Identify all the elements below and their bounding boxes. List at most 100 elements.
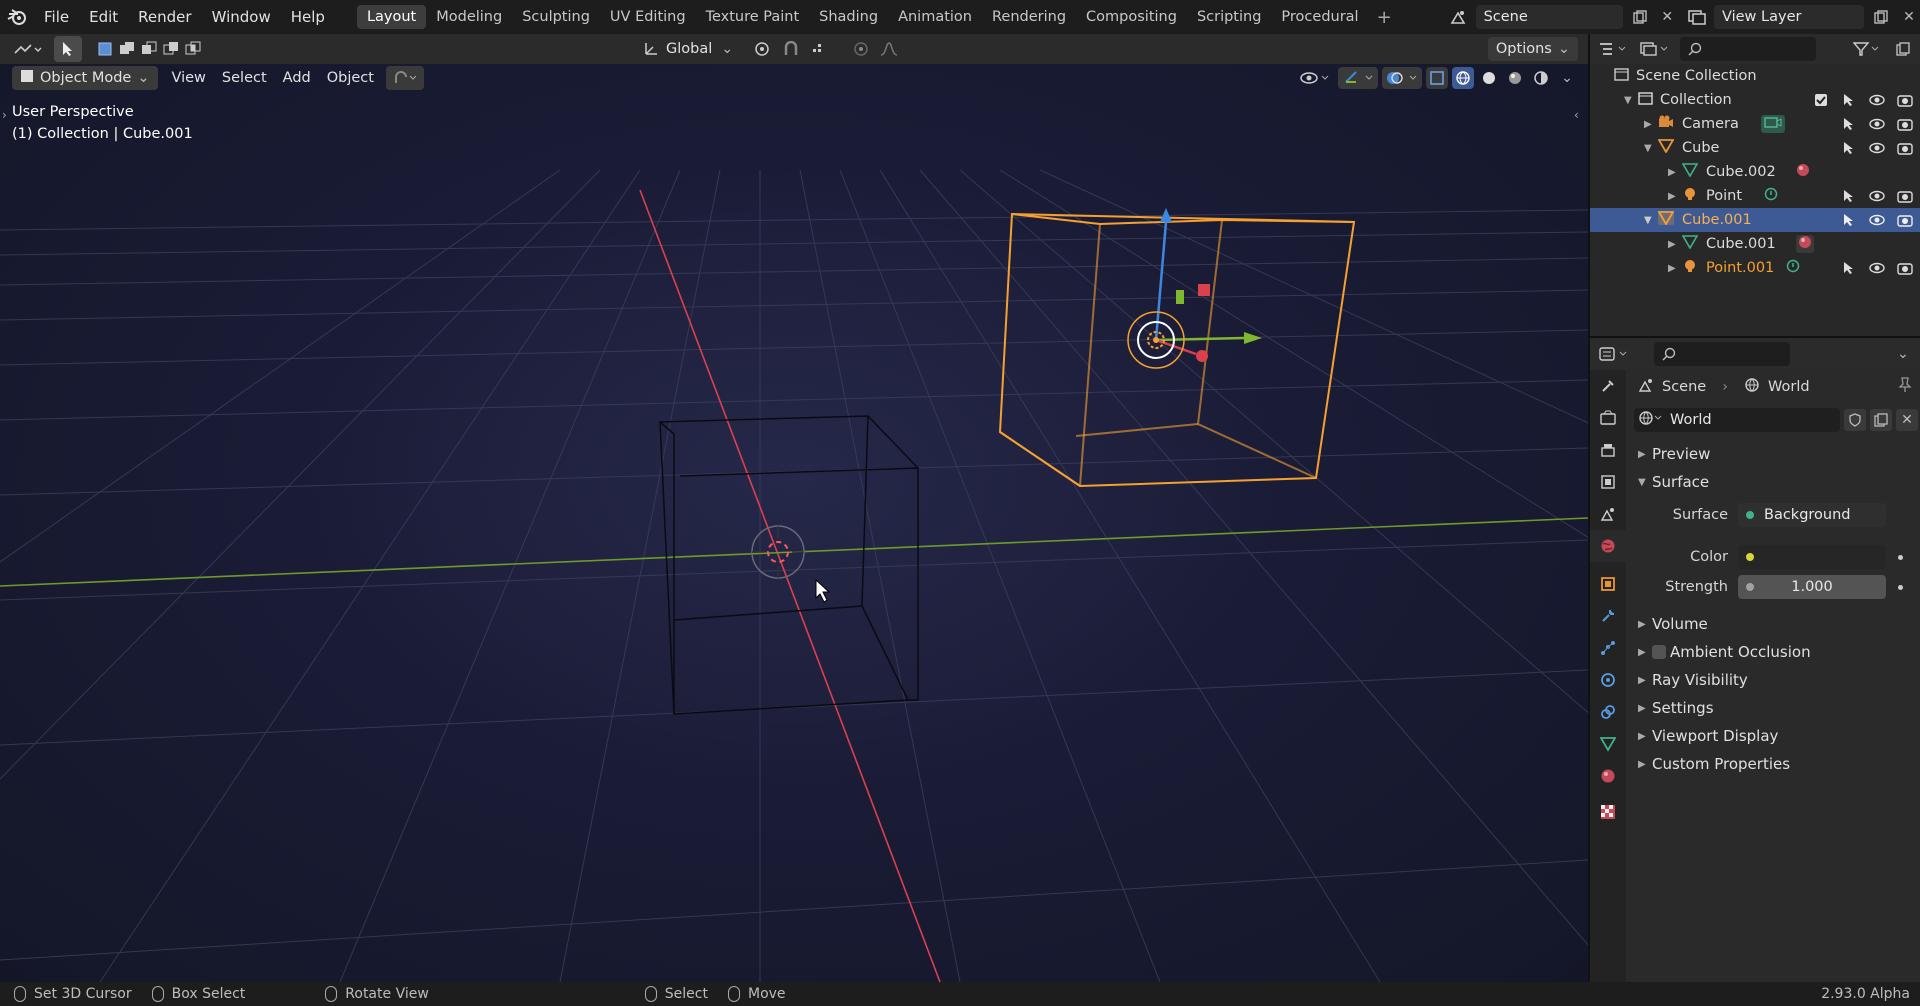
- outliner-row-cube-001-mesh[interactable]: ▶ Cube.001: [1590, 232, 1920, 256]
- tab-compositing[interactable]: Compositing: [1076, 5, 1187, 29]
- outliner-row-collection[interactable]: ▼ Collection: [1590, 88, 1920, 112]
- view-menu[interactable]: View: [164, 66, 214, 90]
- add-workspace-button[interactable]: +: [1369, 7, 1400, 28]
- outliner-row-point[interactable]: ▶ Point: [1590, 184, 1920, 208]
- shading-options-chevron-icon[interactable]: ⌄: [1556, 67, 1578, 89]
- keyframe-dot-icon[interactable]: [1898, 584, 1903, 590]
- snap-target-icon[interactable]: [808, 38, 830, 60]
- tab-procedural[interactable]: Procedural: [1271, 5, 1368, 29]
- expand-arrow-icon[interactable]: ▶: [1668, 191, 1682, 202]
- tab-render[interactable]: [1590, 402, 1626, 434]
- options-dropdown[interactable]: Options ⌄: [1487, 37, 1578, 61]
- outliner-row-cube-001-selected[interactable]: ▼ Cube.001: [1590, 208, 1920, 232]
- expand-arrow-icon[interactable]: ▼: [1644, 143, 1658, 154]
- tab-layout[interactable]: Layout: [356, 5, 427, 29]
- menu-window[interactable]: Window: [202, 8, 281, 26]
- panel-surface[interactable]: ▼ Surface: [1626, 468, 1920, 496]
- menu-help[interactable]: Help: [281, 8, 335, 26]
- tab-particles[interactable]: [1590, 632, 1626, 664]
- editor-type-icon[interactable]: [10, 38, 46, 60]
- panel-viewport-display[interactable]: ▶ Viewport Display: [1626, 722, 1920, 750]
- render-camera-icon[interactable]: [1894, 257, 1916, 279]
- panel-ambient-occlusion[interactable]: ▶ Ambient Occlusion: [1626, 638, 1920, 666]
- shading-rendered-icon[interactable]: [1530, 67, 1552, 89]
- visibility-eye-icon[interactable]: [1866, 185, 1888, 207]
- outliner-row-scene-collection[interactable]: Scene Collection: [1590, 64, 1920, 88]
- expand-arrow-icon[interactable]: ▶: [1668, 239, 1682, 250]
- material-icon[interactable]: [1795, 235, 1814, 253]
- visibility-eye-icon[interactable]: [1866, 113, 1888, 135]
- select-mode-extend-icon[interactable]: [116, 38, 138, 60]
- tab-view-layer[interactable]: [1590, 466, 1626, 498]
- tab-uv-editing[interactable]: UV Editing: [600, 5, 696, 29]
- shading-solid-icon[interactable]: [1478, 67, 1500, 89]
- add-menu[interactable]: Add: [275, 66, 319, 90]
- tab-sculpting[interactable]: Sculpting: [512, 5, 600, 29]
- surface-shader-field[interactable]: Background: [1738, 503, 1886, 527]
- strength-field[interactable]: 1.000: [1738, 575, 1886, 599]
- shading-wireframe-icon[interactable]: [1452, 67, 1474, 89]
- exclude-checkbox-icon[interactable]: [1810, 89, 1832, 111]
- panel-ray-visibility[interactable]: ▶ Ray Visibility: [1626, 666, 1920, 694]
- outliner-row-cube[interactable]: ▼ Cube: [1590, 136, 1920, 160]
- object-menu[interactable]: Object: [319, 66, 382, 90]
- tab-modifiers[interactable]: [1590, 600, 1626, 632]
- selectable-arrow-icon[interactable]: [1838, 137, 1860, 159]
- tab-physics[interactable]: [1590, 664, 1626, 696]
- tab-shading[interactable]: Shading: [809, 5, 888, 29]
- duplicate-world-icon[interactable]: [1870, 409, 1892, 431]
- visibility-eye-icon[interactable]: [1296, 67, 1334, 89]
- delete-view-layer-icon[interactable]: ✕: [1898, 6, 1920, 28]
- properties-editor-type-icon[interactable]: [1596, 343, 1632, 365]
- panel-preview[interactable]: ▶ Preview: [1626, 440, 1920, 468]
- gizmo-toggle-icon[interactable]: [1338, 67, 1378, 89]
- shading-material-icon[interactable]: [1504, 67, 1526, 89]
- render-camera-icon[interactable]: [1894, 89, 1916, 111]
- tab-material[interactable]: [1590, 760, 1626, 792]
- tab-output[interactable]: [1590, 434, 1626, 466]
- selectable-arrow-icon[interactable]: [1838, 257, 1860, 279]
- render-camera-icon[interactable]: [1894, 209, 1916, 231]
- expand-arrow-icon[interactable]: ▶: [1644, 119, 1658, 130]
- ambient-occlusion-checkbox[interactable]: [1652, 645, 1666, 659]
- unlink-world-icon[interactable]: ✕: [1896, 409, 1918, 431]
- tab-animation[interactable]: Animation: [888, 5, 982, 29]
- chevron-down-icon[interactable]: ⌄: [1892, 343, 1914, 365]
- select-tool-icon[interactable]: [54, 36, 82, 62]
- tab-constraints[interactable]: [1590, 696, 1626, 728]
- expand-arrow-icon[interactable]: ▼: [1644, 215, 1658, 226]
- object-mode-dropdown[interactable]: Object Mode ⌄: [12, 66, 158, 90]
- 3d-viewport[interactable]: Object Mode ⌄ View Select Add Object ⌄ U…: [0, 64, 1588, 982]
- menu-edit[interactable]: Edit: [79, 8, 128, 26]
- outliner-row-cube-002[interactable]: ▶ Cube.002: [1590, 160, 1920, 184]
- visibility-eye-icon[interactable]: [1866, 257, 1888, 279]
- overlays-toggle-icon[interactable]: [1382, 67, 1422, 89]
- proportional-edit-icon[interactable]: [850, 38, 872, 60]
- tab-data[interactable]: [1590, 728, 1626, 760]
- menu-render[interactable]: Render: [128, 8, 201, 26]
- select-mode-intersect-icon[interactable]: [182, 38, 204, 60]
- menu-file[interactable]: File: [34, 8, 79, 26]
- new-collection-icon[interactable]: [1892, 38, 1914, 60]
- select-mode-subtract-icon[interactable]: [138, 38, 160, 60]
- properties-search-input[interactable]: [1654, 342, 1790, 366]
- select-mode-invert-icon[interactable]: [160, 38, 182, 60]
- tab-rendering[interactable]: Rendering: [982, 5, 1076, 29]
- blender-logo-icon[interactable]: [0, 0, 34, 34]
- outliner-row-point-001[interactable]: ▶ Point.001: [1590, 256, 1920, 280]
- snap-toggle-icon[interactable]: [780, 38, 802, 60]
- filter-icon[interactable]: [1850, 38, 1884, 60]
- view-layer-name-field[interactable]: View Layer: [1714, 5, 1864, 29]
- keyframe-dot-icon[interactable]: [1898, 554, 1903, 560]
- world-browse-icon[interactable]: [1638, 410, 1662, 430]
- new-view-layer-icon[interactable]: [1870, 6, 1892, 28]
- outliner-search-input[interactable]: [1680, 37, 1816, 61]
- tab-world-active[interactable]: [1590, 530, 1626, 562]
- view-layer-icon[interactable]: [1686, 6, 1708, 28]
- panel-settings[interactable]: ▶ Settings: [1626, 694, 1920, 722]
- toolbar-toggle-icon[interactable]: ›: [2, 108, 7, 122]
- expand-arrow-icon[interactable]: ▶: [1668, 167, 1682, 178]
- render-camera-icon[interactable]: [1894, 185, 1916, 207]
- panel-custom-properties[interactable]: ▶ Custom Properties: [1626, 750, 1920, 778]
- visibility-eye-icon[interactable]: [1866, 209, 1888, 231]
